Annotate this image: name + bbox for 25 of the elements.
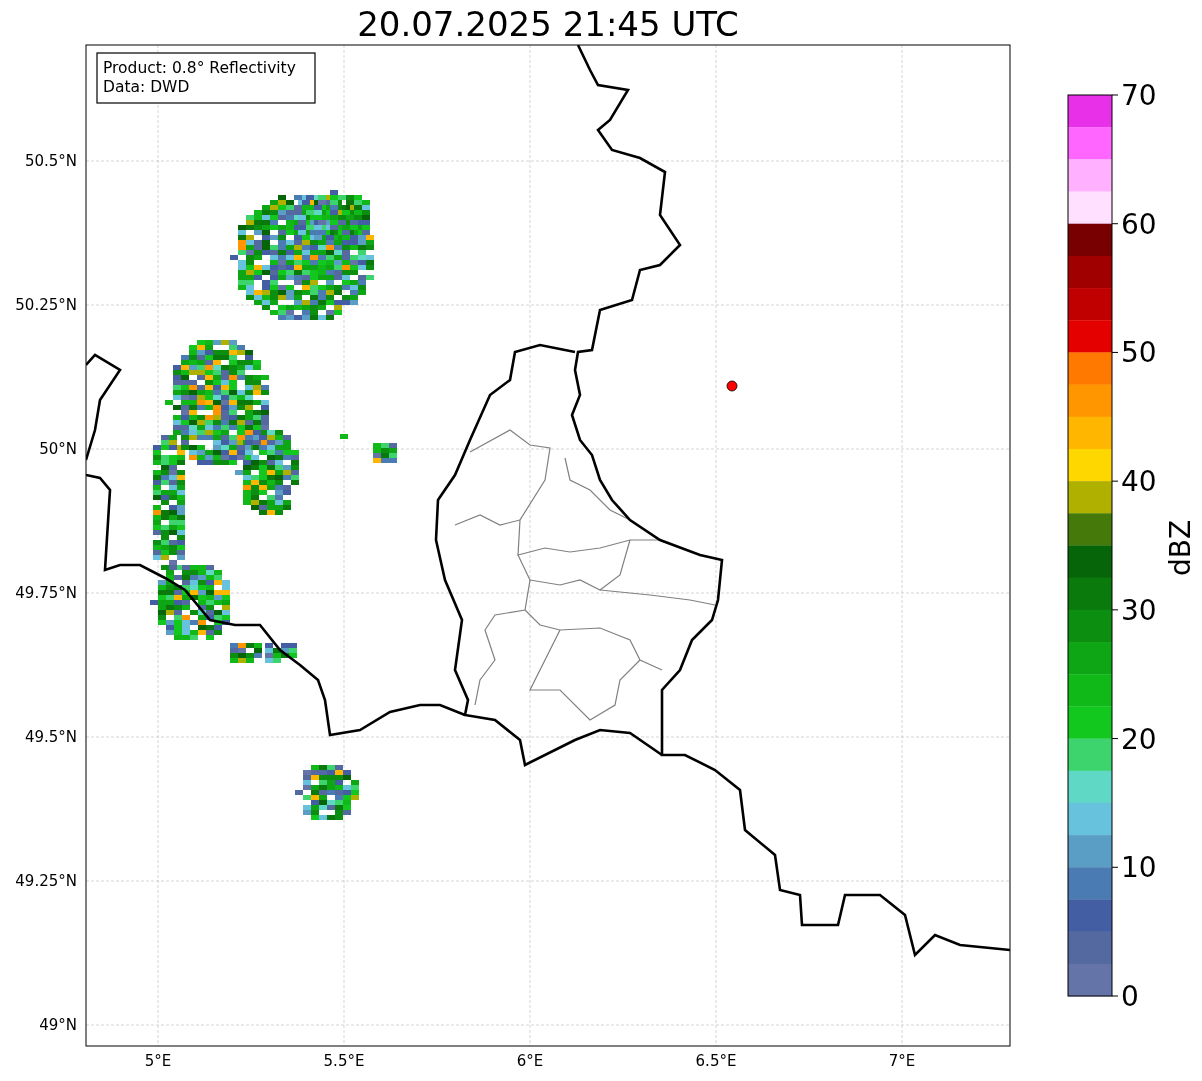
axis-tick-label: 6.5°E [695, 1052, 737, 1070]
colorbar-tick-label: 60 [1121, 207, 1157, 241]
axis-tick-label: 7°E [888, 1052, 916, 1070]
plot-title: 20.07.2025 21:45 UTC [357, 4, 739, 44]
info-text: Data: DWD [103, 78, 190, 96]
colorbar-tick-label: 50 [1121, 336, 1157, 370]
axis-tick-label: 49.75°N [15, 584, 77, 602]
axis-tick-label: 5°E [144, 1052, 172, 1070]
axis-tick-label: 50.25°N [15, 296, 77, 314]
axis-tick-label: 5.5°E [323, 1052, 365, 1070]
axis-tick-label: 50.5°N [24, 152, 77, 170]
colorbar-tick-label: 30 [1121, 593, 1157, 627]
axis-tick-label: 49.5°N [24, 728, 77, 746]
colorbar-tick-label: 70 [1121, 79, 1157, 112]
colorbar-label: dBZ [1164, 519, 1197, 577]
axis-tick-label: 49°N [39, 1016, 77, 1034]
info-text: Product: 0.8° Reflectivity [103, 59, 296, 77]
axis-tick-label: 6°E [516, 1052, 544, 1070]
colorbar-tick-label: 40 [1121, 465, 1157, 499]
radar-site-marker [726, 380, 738, 392]
axis-tick-label: 49.25°N [15, 872, 77, 890]
colorbar-tick-label: 10 [1121, 851, 1157, 885]
colorbar-tick-label: 20 [1121, 722, 1157, 756]
axis-tick-label: 50°N [39, 440, 77, 458]
colorbar-tick-label: 0 [1121, 980, 1139, 1013]
